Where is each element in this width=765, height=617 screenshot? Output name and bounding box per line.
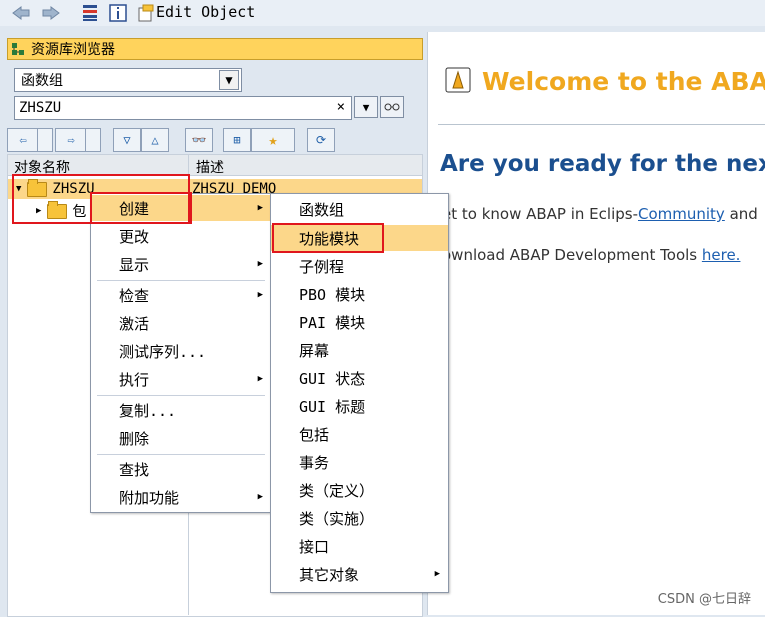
submenu-item-other-objects[interactable]: 其它对象 ▶ [271, 561, 448, 587]
hierarchy-icon[interactable] [80, 3, 100, 23]
submenu-item-interface[interactable]: 接口 [271, 533, 448, 559]
navigation-toolbar: ⇦ ⇨ ▽ △ 👓 ⊞ ★ ⟳ [7, 128, 427, 152]
submenu-item-class-implementation[interactable]: 类（实施） [271, 505, 448, 531]
clear-icon[interactable]: × [337, 99, 345, 115]
submenu-arrow-icon: ▶ [257, 259, 263, 269]
watermark: CSDN @七日辞 [657, 592, 751, 607]
submenu-label: PAI 模块 [299, 313, 366, 332]
menu-item-display[interactable]: 显示 ▶ [91, 251, 271, 277]
line1-prefix: et to know ABAP in Eclips- [442, 205, 638, 223]
object-tree-icon[interactable]: ⊞ [223, 128, 251, 152]
menu-item-test-sequence[interactable]: 测试序列... [91, 338, 271, 364]
edit-object-icon[interactable] [136, 3, 156, 23]
object-type-select[interactable]: 函数组 ▼ [14, 68, 242, 92]
menu-label: 更改 [119, 227, 150, 246]
submenu-arrow-icon: ▶ [257, 290, 263, 300]
submenu-label: GUI 标题 [299, 397, 366, 416]
highlight-box-create [90, 192, 192, 224]
welcome-headline: Are you ready for the next gen [440, 151, 765, 177]
menu-item-change[interactable]: 更改 [91, 223, 271, 249]
submenu-item-gui-title[interactable]: GUI 标题 [271, 393, 448, 419]
submenu-label: 接口 [299, 537, 330, 556]
repository-browser-header: 资源库浏览器 [7, 38, 423, 60]
menu-item-more-functions[interactable]: 附加功能 ▶ [91, 484, 271, 510]
back-arrow-icon[interactable] [10, 3, 32, 23]
binoculars-icon[interactable]: 👓 [185, 128, 213, 152]
repository-icon [11, 42, 25, 56]
refresh-icon[interactable]: ⟳ [307, 128, 335, 152]
download-here-link[interactable]: here. [702, 246, 741, 264]
object-name-value: ZHSZU [19, 100, 62, 116]
menu-label: 激活 [119, 314, 150, 333]
submenu-arrow-icon: ▶ [434, 569, 440, 579]
menu-label: 查找 [119, 460, 150, 479]
submenu-item-pai-module[interactable]: PAI 模块 [271, 309, 448, 335]
welcome-line-1: et to know ABAP in Eclips-Community and [442, 205, 758, 223]
eclipse-page-icon [444, 66, 472, 94]
submenu-item-gui-status[interactable]: GUI 状态 [271, 365, 448, 391]
create-submenu: 函数组 功能模块 子例程 PBO 模块 PAI 模块 屏幕 GUI 状态 GUI… [270, 193, 449, 593]
object-name-input[interactable]: ZHSZU × [14, 96, 352, 120]
top-toolbar: Edit Object [0, 0, 765, 26]
submenu-label: GUI 状态 [299, 369, 366, 388]
submenu-label: 子例程 [299, 257, 345, 276]
submenu-label: 类（定义） [299, 481, 375, 500]
welcome-line-2: ownload ABAP Development Tools here. [442, 246, 740, 264]
submenu-label: 包括 [299, 425, 330, 444]
dropdown-button[interactable]: ▼ [354, 96, 378, 118]
submenu-item-function-group[interactable]: 函数组 [271, 196, 448, 222]
submenu-item-pbo-module[interactable]: PBO 模块 [271, 281, 448, 307]
nav-forward-menu[interactable] [85, 128, 101, 152]
menu-item-check[interactable]: 检查 ▶ [91, 282, 271, 308]
toolbar-title: Edit Object [156, 3, 256, 21]
submenu-item-include[interactable]: 包括 [271, 421, 448, 447]
submenu-label: 函数组 [299, 200, 345, 219]
menu-item-delete[interactable]: 删除 [91, 425, 271, 451]
column-description: 描述 [196, 160, 224, 176]
menu-label: 检查 [119, 286, 150, 305]
submenu-label: 事务 [299, 453, 330, 472]
collapse-icon[interactable]: ▽ [113, 128, 141, 152]
forward-arrow-icon[interactable] [40, 3, 62, 23]
nav-back-icon[interactable]: ⇦ [7, 128, 39, 152]
menu-label: 复制... [119, 401, 177, 420]
menu-item-activate[interactable]: 激活 [91, 310, 271, 336]
submenu-arrow-icon: ▶ [257, 492, 263, 502]
welcome-pane: Welcome to the ABAP Y Are you ready for … [428, 32, 765, 615]
repository-browser-title: 资源库浏览器 [31, 42, 115, 58]
submenu-item-subroutine[interactable]: 子例程 [271, 253, 448, 279]
nav-back-menu[interactable] [37, 128, 53, 152]
submenu-item-screen[interactable]: 屏幕 [271, 337, 448, 363]
menu-item-find[interactable]: 查找 [91, 456, 271, 482]
submenu-label: PBO 模块 [299, 285, 366, 304]
menu-label: 附加功能 [119, 488, 180, 507]
nav-forward-icon[interactable]: ⇨ [55, 128, 87, 152]
submenu-arrow-icon: ▶ [257, 374, 263, 384]
submenu-label: 屏幕 [299, 341, 330, 360]
tree-header: 对象名称 描述 [8, 155, 422, 176]
menu-label: 执行 [119, 370, 150, 389]
menu-label: 删除 [119, 429, 150, 448]
submenu-arrow-icon: ▶ [257, 203, 263, 213]
menu-label: 测试序列... [119, 342, 207, 361]
submenu-label: 其它对象 [299, 565, 360, 584]
line2-prefix: ownload ABAP Development Tools [442, 246, 702, 264]
community-link[interactable]: Community [638, 205, 725, 223]
favorites-star-icon[interactable]: ★ [251, 128, 295, 152]
context-menu: 创建 ▶ 更改 显示 ▶ 检查 ▶ 激活 测试序列... 执行 ▶ 复制... 删除 查… [90, 193, 272, 513]
display-glasses-icon[interactable] [380, 96, 404, 118]
submenu-item-transaction[interactable]: 事务 [271, 449, 448, 475]
info-icon[interactable] [108, 3, 128, 23]
highlight-box-function-module [272, 223, 384, 253]
menu-item-copy[interactable]: 复制... [91, 397, 271, 423]
chevron-down-icon[interactable]: ▼ [219, 70, 239, 90]
line1-suffix: and [724, 205, 758, 223]
expand-icon[interactable]: △ [141, 128, 169, 152]
submenu-item-class-definition[interactable]: 类（定义） [271, 477, 448, 503]
object-type-value: 函数组 [21, 73, 63, 89]
submenu-label: 类（实施） [299, 509, 375, 528]
menu-item-execute[interactable]: 执行 ▶ [91, 366, 271, 392]
menu-label: 显示 [119, 255, 150, 274]
welcome-title: Welcome to the ABAP Y [482, 67, 765, 96]
